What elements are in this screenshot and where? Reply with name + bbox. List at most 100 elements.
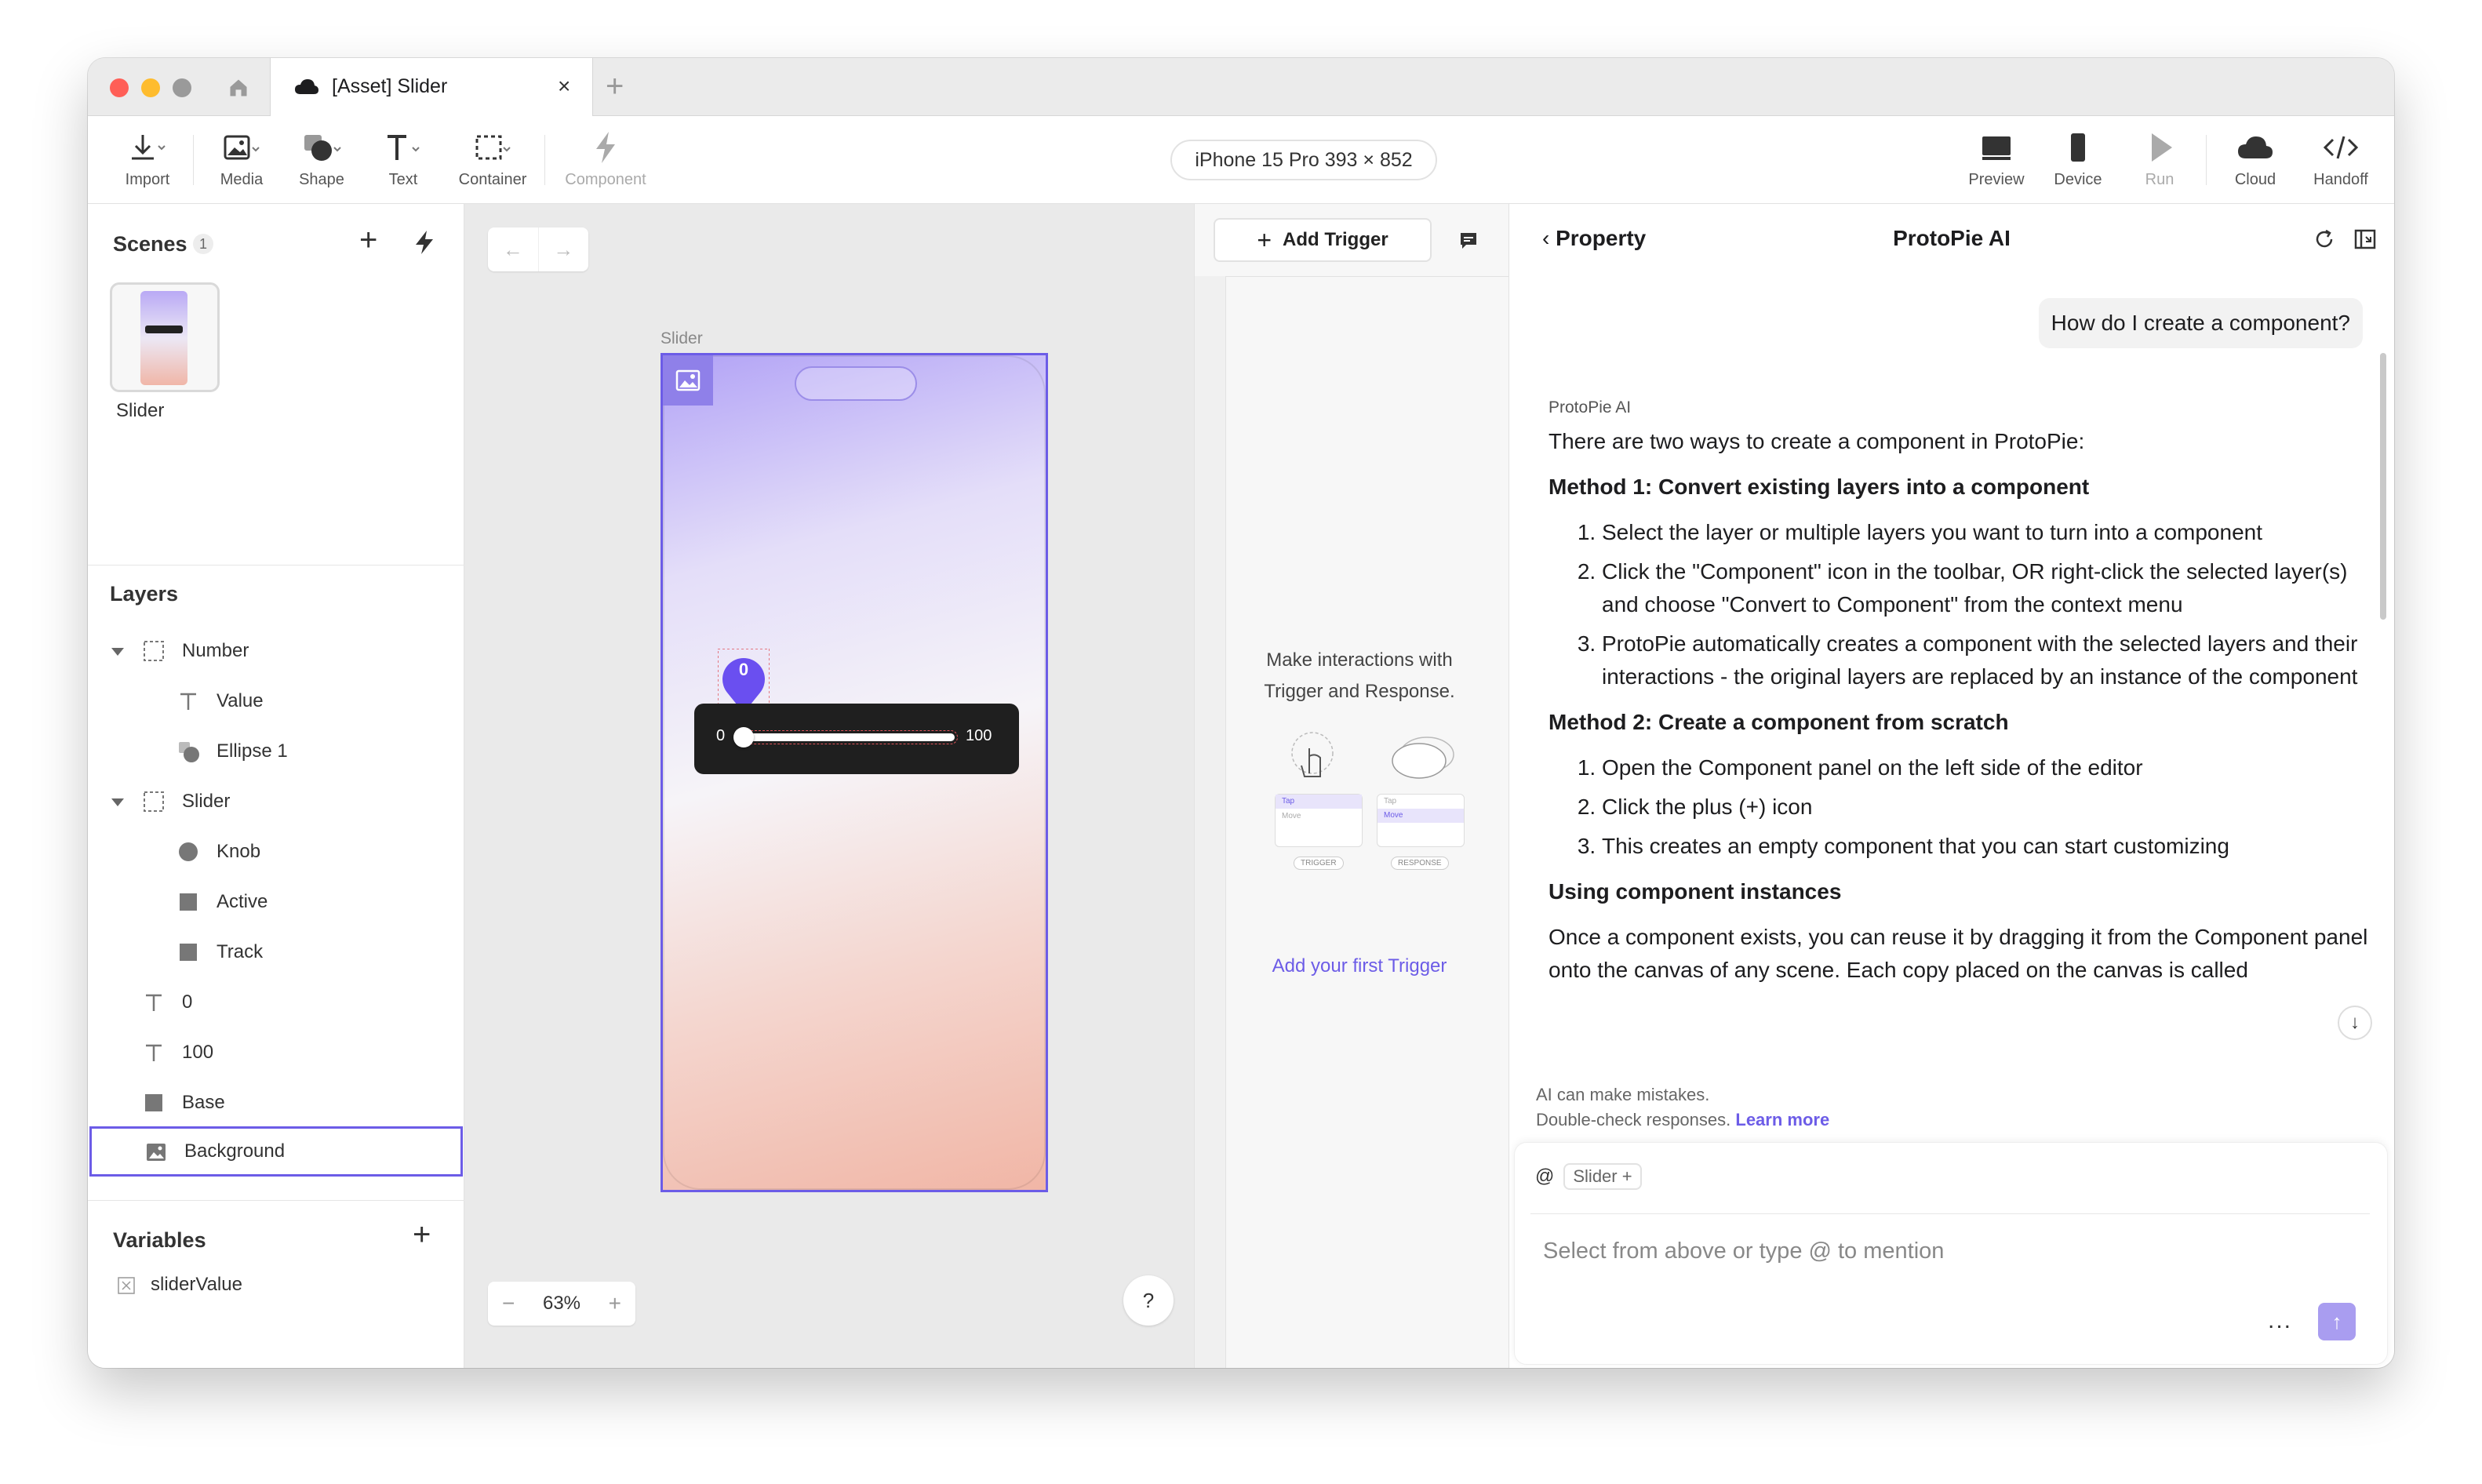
slider-track[interactable] — [740, 730, 958, 744]
phone-frame[interactable]: 0 0 100 — [661, 353, 1048, 1192]
device-button[interactable]: Device — [2043, 130, 2113, 189]
cloud-button[interactable]: Cloud — [2220, 130, 2291, 189]
zoom-control: − 63% + — [488, 1282, 635, 1326]
layer-100[interactable]: 100 — [88, 1028, 464, 1078]
method2-steps: Open the Component panel on the left sid… — [1602, 751, 2372, 863]
scenes-count-badge: 1 — [193, 234, 213, 254]
variable-slidervalue[interactable]: sliderValue — [88, 1260, 464, 1310]
handoff-button[interactable]: Handoff — [2302, 130, 2380, 189]
ai-composer: @ Slider + ... ↑ — [1514, 1142, 2388, 1365]
rectangle-layer-icon — [180, 944, 197, 961]
add-first-trigger-link[interactable]: Add your first Trigger — [1242, 955, 1477, 977]
lightning-icon[interactable] — [413, 229, 436, 256]
scrollbar[interactable] — [2380, 353, 2386, 620]
minimize-window-button[interactable] — [141, 78, 160, 97]
close-window-button[interactable] — [110, 78, 129, 97]
instances-text: Once a component exists, you can reuse i… — [1549, 925, 2368, 982]
layer-slider[interactable]: Slider — [88, 777, 464, 827]
ai-disclaimer: AI can make mistakes. Double-check respo… — [1536, 1085, 1830, 1129]
close-tab-icon[interactable]: × — [558, 74, 570, 99]
collapse-caret-icon[interactable] — [111, 798, 124, 806]
document-tab[interactable]: [Asset] Slider × — [270, 58, 593, 116]
ai-prompt-input[interactable] — [1543, 1238, 2327, 1264]
image-layer-icon — [147, 1144, 166, 1161]
component-icon — [596, 132, 615, 163]
scroll-down-icon[interactable]: ↓ — [2338, 1006, 2372, 1040]
move-icon — [1392, 737, 1454, 779]
scenes-title: Scenes — [113, 232, 187, 256]
run-button[interactable]: Run — [2124, 130, 2195, 189]
handoff-icon — [2323, 136, 2359, 159]
help-button[interactable]: ? — [1123, 1275, 1174, 1326]
add-scene-icon[interactable]: + — [359, 223, 377, 258]
cloud-icon — [2238, 136, 2273, 158]
at-icon[interactable]: @ — [1535, 1166, 1554, 1188]
container-icon — [144, 641, 164, 661]
zoom-window-button[interactable] — [173, 78, 191, 97]
response-mini-card: Tap Move — [1377, 794, 1465, 847]
import-icon — [132, 135, 166, 160]
app-window: [Asset] Slider × + Import Media Shape Te… — [88, 58, 2394, 1368]
back-arrow-icon[interactable]: ← — [488, 227, 538, 271]
more-options-icon[interactable]: ... — [2268, 1308, 2292, 1334]
text-button[interactable]: Text — [372, 130, 435, 189]
shape-button[interactable]: Shape — [290, 130, 353, 189]
component-button[interactable]: Component — [559, 130, 653, 189]
scene-label: Slider — [116, 400, 165, 421]
list-item: ProtoPie automatically creates a compone… — [1602, 627, 2372, 693]
forward-arrow-icon[interactable]: → — [537, 227, 589, 271]
user-message-bubble: How do I create a component? — [2038, 298, 2363, 348]
send-button[interactable]: ↑ — [2318, 1303, 2356, 1340]
container-icon — [475, 135, 511, 160]
mention-row: @ Slider + — [1535, 1163, 1642, 1190]
device-selector[interactable]: iPhone 15 Pro 393 × 852 — [1170, 140, 1437, 180]
trigger-mini-card: Tap Move — [1275, 794, 1363, 847]
zoom-out-icon[interactable]: − — [502, 1291, 515, 1316]
collapse-caret-icon[interactable] — [111, 648, 124, 656]
slider-knob[interactable] — [733, 727, 754, 747]
layer-active[interactable]: Active — [88, 877, 464, 927]
scene-thumbnail[interactable] — [110, 282, 220, 392]
canvas-area[interactable]: ← → Slider 0 0 100 − 63% + ? — [464, 204, 1194, 1368]
trigger-illustration: Tap Move Tap Move TRIGGER RESPONSE — [1270, 729, 1466, 878]
zoom-in-icon[interactable]: + — [609, 1291, 621, 1316]
media-button[interactable]: Media — [210, 130, 273, 189]
property-back-button[interactable]: ‹ Property — [1542, 226, 1646, 251]
learn-more-link[interactable]: Learn more — [1735, 1110, 1829, 1129]
frame-label: Slider — [661, 329, 703, 347]
layer-base[interactable]: Base — [88, 1078, 464, 1128]
layer-value[interactable]: Value — [88, 676, 464, 726]
container-button[interactable]: Container — [453, 130, 532, 189]
shape-layer-icon — [179, 742, 199, 762]
comment-icon[interactable] — [1458, 231, 1479, 251]
device-icon — [2071, 133, 2085, 162]
dock-panel-icon[interactable] — [2353, 227, 2377, 251]
layer-track[interactable]: Track — [88, 927, 464, 977]
home-icon[interactable] — [223, 72, 254, 104]
method2-title: Method 2: Create a component from scratc… — [1549, 710, 2009, 734]
tap-icon — [1291, 732, 1334, 777]
history-nav: ← → — [488, 227, 588, 271]
layer-0[interactable]: 0 — [88, 977, 464, 1028]
preview-button[interactable]: Preview — [1961, 130, 2032, 189]
refresh-icon[interactable] — [2313, 227, 2336, 251]
container-icon — [144, 791, 164, 812]
layer-number[interactable]: Number — [88, 626, 464, 676]
list-item: Select the layer or multiple layers you … — [1602, 516, 2372, 549]
layer-knob[interactable]: Knob — [88, 827, 464, 877]
text-icon — [388, 135, 420, 160]
zoom-level[interactable]: 63% — [543, 1293, 580, 1315]
left-panel: Scenes 1 + Slider Layers Number Value El… — [88, 204, 464, 1368]
list-item: Open the Component panel on the left sid… — [1602, 751, 2372, 784]
add-variable-icon[interactable]: + — [413, 1217, 431, 1253]
layer-background[interactable]: Background — [89, 1126, 463, 1177]
chevron-left-icon: ‹ — [1542, 226, 1556, 250]
trigger-empty-message: Make interactions with Trigger and Respo… — [1264, 649, 1455, 702]
new-tab-icon[interactable]: + — [606, 69, 624, 104]
tab-title: [Asset] Slider — [332, 75, 448, 97]
layer-ellipse-1[interactable]: Ellipse 1 — [88, 726, 464, 777]
slider-base[interactable]: 0 100 — [694, 704, 1019, 774]
mention-chip-slider[interactable]: Slider + — [1563, 1163, 1642, 1190]
add-trigger-button[interactable]: + Add Trigger — [1214, 218, 1432, 262]
import-button[interactable]: Import — [116, 130, 179, 189]
